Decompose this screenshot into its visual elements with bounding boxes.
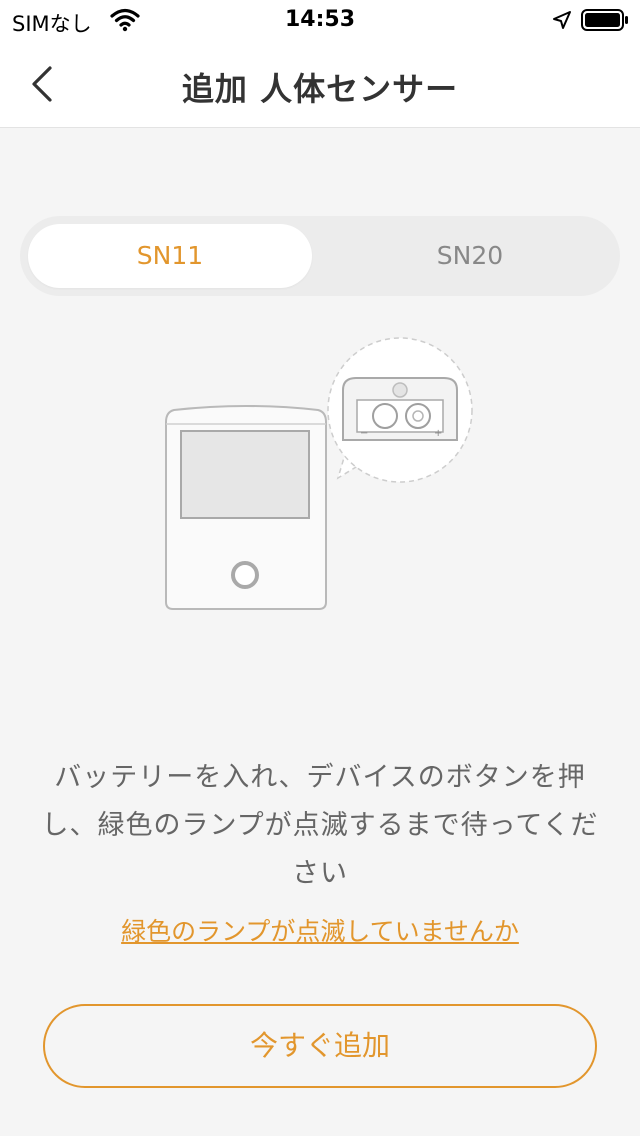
help-link[interactable]: 緑色のランプが点滅していませんか [0,912,640,948]
tab-sn11[interactable]: SN11 [28,224,312,288]
tab-sn20[interactable]: SN20 [328,224,612,288]
location-arrow-icon [552,10,572,34]
add-now-button[interactable]: 今すぐ追加 [43,1004,597,1088]
navigation-bar: 追加 人体センサー [0,40,640,128]
pairing-button [231,561,259,589]
sensor-illustration: − + [165,337,473,610]
coin-battery-left [372,403,398,429]
coin-battery-right [405,403,431,429]
clock: 14:53 [284,7,356,32]
page-title: 追加 人体センサー [181,70,459,108]
battery-plus-label: + [434,428,442,439]
instruction-text: バッテリーを入れ、デバイスのボタンを押し、緑色のランプが点滅するまで待ってくださ… [41,762,599,889]
battery-icon [581,9,629,35]
battery-callout: − + [327,337,473,483]
status-bar: SIMなし 14:53 [0,0,640,40]
model-segmented-control: SN11 SN20 [20,216,620,296]
motion-sensor-device [165,405,327,610]
battery-minus-label: − [360,428,368,439]
sensor-window [180,430,310,519]
